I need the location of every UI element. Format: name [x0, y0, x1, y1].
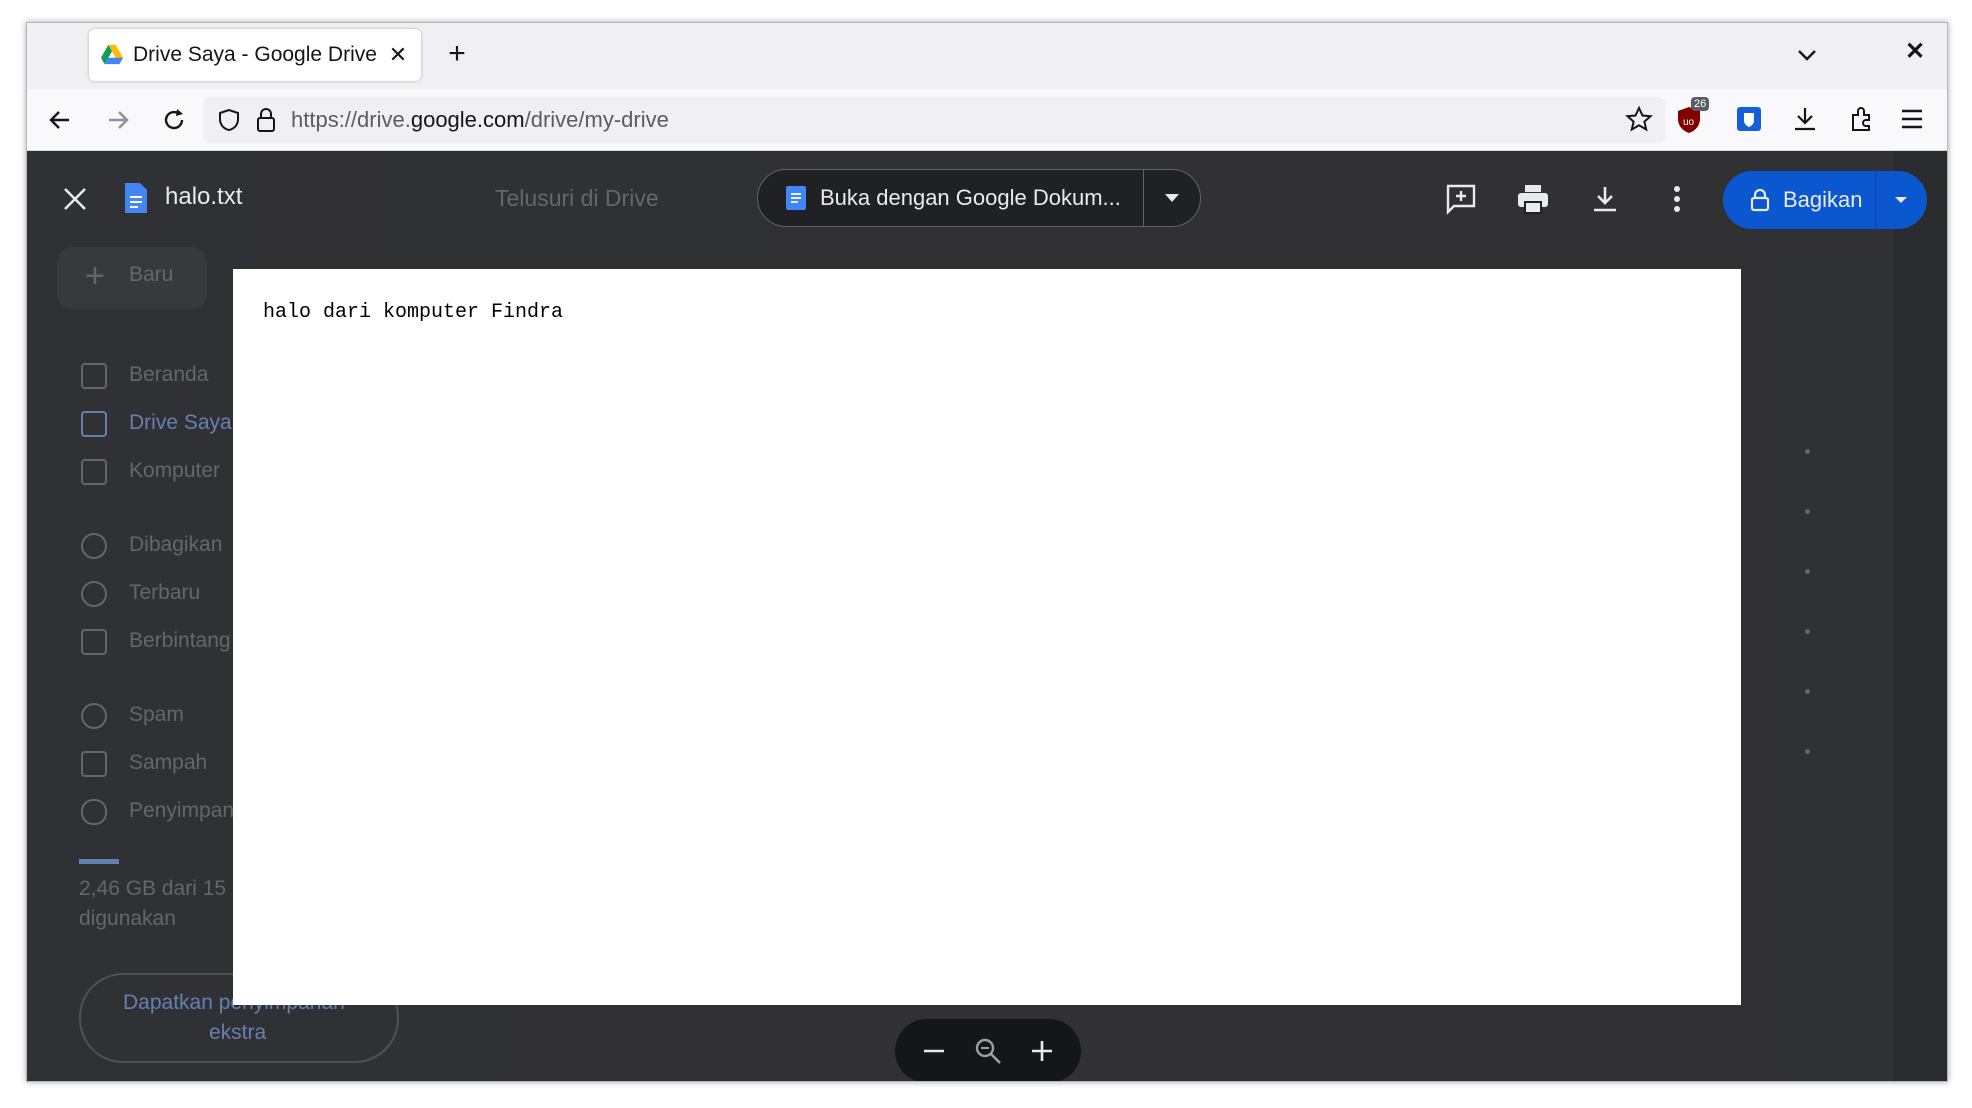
url-path: /drive/my-drive [524, 107, 669, 132]
more-vertical-icon [1674, 186, 1680, 212]
document-text: halo dari komputer Findra [263, 301, 564, 324]
caret-down-icon [1895, 197, 1907, 203]
more-dot [1805, 449, 1810, 454]
tab-strip: Drive Saya - Google Drive ✕ + ✕ [27, 23, 1947, 89]
tab-title: Drive Saya - Google Drive [133, 43, 377, 66]
shared-icon [81, 533, 107, 559]
url-host: google.com [410, 107, 525, 132]
url-prefix: https://drive. [291, 107, 411, 132]
home-icon [81, 363, 107, 389]
more-dot [1805, 509, 1810, 514]
storage-bar [79, 859, 119, 864]
nav-berbintang: Berbintang [129, 629, 231, 652]
downloads-icon[interactable] [1791, 105, 1819, 133]
zoom-reset-button[interactable] [968, 1031, 1008, 1071]
document-page: halo dari komputer Findra [233, 269, 1741, 1005]
recent-clock-icon [81, 581, 107, 607]
minus-icon [924, 1049, 944, 1053]
more-dot [1805, 569, 1810, 574]
forward-button[interactable] [101, 103, 135, 137]
lock-icon[interactable] [255, 107, 277, 133]
back-arrow-icon [49, 111, 69, 129]
download-icon [1594, 187, 1616, 212]
trash-icon [81, 751, 107, 777]
tab-drive[interactable]: Drive Saya - Google Drive ✕ [89, 29, 421, 81]
hamburger-menu-icon[interactable] [1899, 107, 1925, 131]
get-storage-line2: ekstra [209, 1021, 267, 1044]
download-button[interactable] [1587, 181, 1623, 217]
nav-terbaru: Terbaru [129, 581, 201, 604]
back-button[interactable] [43, 103, 77, 137]
viewer-filename: halo.txt [165, 183, 243, 210]
page-content: Baru + Telusuri di Drive Beranda Drive S… [27, 151, 1947, 1081]
forward-arrow-icon [109, 111, 129, 129]
tracking-protection-shield-icon[interactable] [217, 108, 241, 132]
zoom-in-button[interactable] [1022, 1031, 1062, 1071]
bitwarden-extension-icon[interactable] [1735, 105, 1763, 133]
open-with-dropdown[interactable] [1144, 193, 1200, 203]
reload-icon [164, 109, 184, 130]
caret-down-icon [1165, 194, 1179, 202]
nav-komputer: Komputer [129, 459, 221, 482]
share-lock-icon [1750, 188, 1770, 212]
nav-drive-saya: Drive Saya [129, 411, 232, 434]
spam-icon [81, 703, 107, 729]
open-with-google-docs-button[interactable]: Buka dengan Google Dokum... [757, 169, 1201, 227]
url-text[interactable]: https://drive.google.com/drive/my-drive [291, 107, 669, 133]
more-dot [1805, 629, 1810, 634]
text-file-icon [125, 183, 147, 213]
reload-button[interactable] [157, 103, 191, 137]
browser-window: Drive Saya - Google Drive ✕ + ✕ https://… [26, 22, 1948, 1082]
nav-sampah: Sampah [129, 751, 208, 774]
bookmark-star-icon[interactable] [1625, 105, 1653, 133]
new-tab-button[interactable]: + [441, 39, 473, 69]
window-close-icon[interactable]: ✕ [1905, 37, 1925, 66]
add-comment-button[interactable] [1443, 181, 1479, 217]
svg-text:uo: uo [1683, 117, 1695, 128]
zoom-out-button[interactable] [914, 1031, 954, 1071]
google-docs-icon [786, 186, 806, 210]
google-drive-favicon-icon [101, 44, 123, 65]
close-viewer-icon[interactable] [61, 185, 89, 213]
zoom-magnifier-icon [975, 1038, 1001, 1064]
extension-badge: 26 [1691, 97, 1710, 111]
cloud-storage-icon [81, 799, 107, 825]
more-actions-button[interactable] [1659, 181, 1695, 217]
print-button[interactable] [1515, 181, 1551, 217]
nav-dibagikan: Dibagikan [129, 533, 223, 556]
more-dot [1805, 749, 1810, 754]
storage-usage-line2: digunakan [79, 907, 176, 930]
share-button[interactable]: Bagikan [1723, 171, 1927, 229]
plus-icon: + [85, 257, 105, 295]
nav-beranda: Beranda [129, 363, 209, 386]
share-dropdown[interactable] [1875, 171, 1927, 229]
navigation-toolbar: https://drive.google.com/drive/my-drive … [27, 89, 1947, 151]
more-dot [1805, 689, 1810, 694]
file-viewer-toolbar: halo.txt Buka dengan Google Dokum... Bag… [27, 151, 1947, 247]
starred-icon [81, 629, 107, 655]
print-icon [1518, 185, 1548, 214]
side-panel-background [1893, 151, 1947, 1081]
list-all-tabs-icon[interactable] [1793, 41, 1821, 69]
new-label: Baru [129, 263, 174, 286]
share-label: Bagikan [1783, 187, 1863, 212]
computer-icon [81, 459, 107, 485]
tab-close-icon[interactable]: ✕ [387, 42, 409, 68]
url-bar[interactable]: https://drive.google.com/drive/my-drive [203, 97, 1665, 143]
extensions-puzzle-icon[interactable] [1847, 105, 1875, 133]
zoom-controls [895, 1019, 1081, 1081]
plus-icon [1032, 1041, 1052, 1061]
open-with-label: Buka dengan Google Dokum... [820, 185, 1121, 210]
my-drive-icon [81, 411, 107, 437]
nav-spam: Spam [129, 703, 184, 726]
add-comment-icon [1446, 184, 1476, 215]
